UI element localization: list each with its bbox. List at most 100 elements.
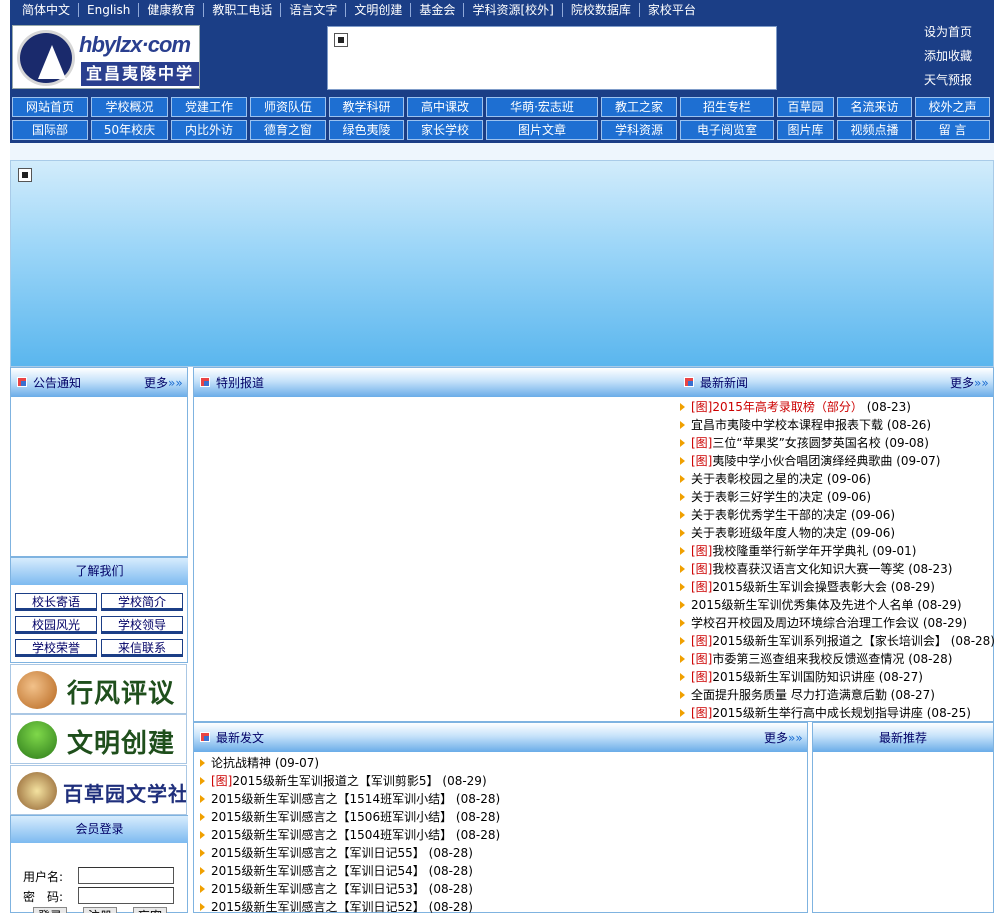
- news-item[interactable]: [图]三位“苹果奖”女孩圆梦英国名校 (09-08): [679, 434, 993, 452]
- news-title[interactable]: 市委第三巡查组来我校反馈巡查情况: [712, 652, 904, 666]
- post-item[interactable]: 2015级新生军训感言之【1514班军训小结】 (08-28): [199, 790, 799, 808]
- top-link-4[interactable]: 语言文字: [281, 3, 347, 17]
- promo-civilization[interactable]: 文明创建: [10, 714, 187, 764]
- nav-row1-item-10[interactable]: 名流来访: [837, 97, 912, 117]
- news-title[interactable]: 夷陵中学小伙合唱团演绎经典歌曲: [712, 454, 892, 468]
- news-title[interactable]: 关于表彰三好学生的决定: [691, 490, 823, 504]
- news-title[interactable]: 三位“苹果奖”女孩圆梦英国名校: [712, 436, 880, 450]
- news-item[interactable]: [图]2015年高考录取榜（部分） (08-23): [679, 398, 993, 416]
- promo-literature-club[interactable]: 百草园文学社: [10, 765, 187, 815]
- nav-row1-item-4[interactable]: 教学科研: [329, 97, 404, 117]
- nav-row2-item-0[interactable]: 国际部: [12, 120, 88, 140]
- nav-row1-item-1[interactable]: 学校概况: [91, 97, 168, 117]
- nav-row1-item-5[interactable]: 高中课改: [407, 97, 483, 117]
- nav-row2-item-7[interactable]: 学科资源: [601, 120, 677, 140]
- nav-row1-item-9[interactable]: 百草园: [777, 97, 834, 117]
- nav-row1-item-0[interactable]: 网站首页: [12, 97, 88, 117]
- forgot-password-button[interactable]: 忘密: [133, 907, 167, 913]
- about-link-intro[interactable]: 学校简介: [101, 593, 183, 611]
- about-link-honors[interactable]: 学校荣誉: [15, 639, 97, 657]
- nav-row2-item-1[interactable]: 50年校庆: [91, 120, 168, 140]
- login-button[interactable]: 登录: [33, 907, 67, 913]
- username-input[interactable]: [78, 867, 174, 884]
- nav-row2-item-2[interactable]: 内比外访: [171, 120, 247, 140]
- password-input[interactable]: [78, 887, 174, 904]
- nav-row2-item-5[interactable]: 家长学校: [407, 120, 483, 140]
- post-item[interactable]: 2015级新生军训感言之【军训日记53】 (08-28): [199, 880, 799, 898]
- top-link-2[interactable]: 健康教育: [139, 3, 205, 17]
- post-item[interactable]: 2015级新生军训感言之【1506班军训小结】 (08-28): [199, 808, 799, 826]
- nav-row2-item-8[interactable]: 电子阅览室: [680, 120, 774, 140]
- news-item[interactable]: 2015级新生军训优秀集体及先进个人名单 (08-29): [679, 596, 993, 614]
- news-title[interactable]: 2015级新生军训系列报道之【家长培训会】: [712, 634, 947, 648]
- post-title[interactable]: 2015级新生军训感言之【军训日记54】: [211, 864, 425, 878]
- top-link-0[interactable]: 简体中文: [14, 3, 80, 17]
- news-item[interactable]: [图]市委第三巡查组来我校反馈巡查情况 (08-28): [679, 650, 993, 668]
- news-title[interactable]: 学校召开校园及周边环境综合治理工作会议: [691, 616, 919, 630]
- post-item[interactable]: 2015级新生军训感言之【军训日记52】 (08-28): [199, 898, 799, 913]
- post-title[interactable]: 2015级新生军训感言之【1514班军训小结】: [211, 792, 452, 806]
- post-title[interactable]: 2015级新生军训报道之【军训剪影5】: [232, 774, 438, 788]
- news-title[interactable]: 2015级新生军训优秀集体及先进个人名单: [691, 598, 914, 612]
- nav-row1-item-11[interactable]: 校外之声: [915, 97, 990, 117]
- nav-row2-item-6[interactable]: 图片文章: [486, 120, 598, 140]
- latest-news-more-link[interactable]: 更多: [950, 375, 989, 391]
- add-favorite-link[interactable]: 添加收藏: [924, 48, 990, 72]
- news-title[interactable]: 关于表彰班级年度人物的决定: [691, 526, 847, 540]
- post-title[interactable]: 2015级新生军训感言之【1504班军训小结】: [211, 828, 452, 842]
- news-item[interactable]: [图]2015级新生军训会操暨表彰大会 (08-29): [679, 578, 993, 596]
- about-link-scenery[interactable]: 校园风光: [15, 616, 97, 634]
- news-item[interactable]: 关于表彰优秀学生干部的决定 (09-06): [679, 506, 993, 524]
- nav-row1-item-8[interactable]: 招生专栏: [680, 97, 774, 117]
- top-link-6[interactable]: 基金会: [411, 3, 465, 17]
- news-title[interactable]: 全面提升服务质量 尽力打造满意后勤: [691, 688, 887, 702]
- top-link-8[interactable]: 院校数据库: [563, 3, 640, 17]
- post-item[interactable]: [图]2015级新生军训报道之【军训剪影5】 (08-29): [199, 772, 799, 790]
- post-title[interactable]: 2015级新生军训感言之【军训日记53】: [211, 882, 425, 896]
- news-item[interactable]: 关于表彰班级年度人物的决定 (09-06): [679, 524, 993, 542]
- promo-conduct-review[interactable]: 行风评议: [10, 664, 187, 714]
- news-item[interactable]: [图]夷陵中学小伙合唱团演绎经典歌曲 (09-07): [679, 452, 993, 470]
- about-link-principal[interactable]: 校长寄语: [15, 593, 97, 611]
- nav-row2-item-9[interactable]: 图片库: [777, 120, 834, 140]
- nav-row1-item-7[interactable]: 教工之家: [601, 97, 677, 117]
- post-item[interactable]: 论抗战精神 (09-07): [199, 754, 799, 772]
- about-link-contact[interactable]: 来信联系: [101, 639, 183, 657]
- nav-row2-item-4[interactable]: 绿色夷陵: [329, 120, 404, 140]
- weather-link[interactable]: 天气预报: [924, 72, 990, 96]
- news-item[interactable]: 宜昌市夷陵中学校本课程申报表下载 (08-26): [679, 416, 993, 434]
- nav-row2-item-10[interactable]: 视频点播: [837, 120, 912, 140]
- nav-row1-item-3[interactable]: 师资队伍: [250, 97, 326, 117]
- nav-row2-item-3[interactable]: 德育之窗: [250, 120, 326, 140]
- nav-row1-item-6[interactable]: 华萌·宏志班: [486, 97, 598, 117]
- school-logo[interactable]: hbylzx·com 宜昌夷陵中学: [12, 25, 200, 89]
- post-title[interactable]: 2015级新生军训感言之【军训日记52】: [211, 900, 425, 913]
- post-title[interactable]: 2015级新生军训感言之【军训日记55】: [211, 846, 425, 860]
- news-title[interactable]: 我校隆重举行新学年开学典礼: [712, 544, 868, 558]
- news-item[interactable]: [图]我校隆重举行新学年开学典礼 (09-01): [679, 542, 993, 560]
- top-link-3[interactable]: 教职工电话: [204, 3, 282, 17]
- news-title[interactable]: 2015年高考录取榜（部分）: [712, 400, 863, 414]
- set-homepage-link[interactable]: 设为首页: [924, 24, 990, 48]
- post-item[interactable]: 2015级新生军训感言之【1504班军训小结】 (08-28): [199, 826, 799, 844]
- news-title[interactable]: 关于表彰优秀学生干部的决定: [691, 508, 847, 522]
- news-title[interactable]: 我校喜获汉语言文化知识大赛一等奖: [712, 562, 904, 576]
- top-link-9[interactable]: 家校平台: [640, 3, 704, 17]
- news-title[interactable]: 2015级新生举行高中成长规划指导讲座: [712, 706, 923, 720]
- news-item[interactable]: 全面提升服务质量 尽力打造满意后勤 (08-27): [679, 686, 993, 704]
- post-item[interactable]: 2015级新生军训感言之【军训日记55】 (08-28): [199, 844, 799, 862]
- latest-posts-more-link[interactable]: 更多: [764, 730, 803, 746]
- notice-more-link[interactable]: 更多: [144, 375, 183, 391]
- news-title[interactable]: 2015级新生军训国防知识讲座: [712, 670, 875, 684]
- post-item[interactable]: 2015级新生军训感言之【军训日记54】 (08-28): [199, 862, 799, 880]
- post-title[interactable]: 2015级新生军训感言之【1506班军训小结】: [211, 810, 452, 824]
- top-link-1[interactable]: English: [79, 3, 140, 17]
- top-link-7[interactable]: 学科资源[校外]: [464, 3, 563, 17]
- about-link-leaders[interactable]: 学校领导: [101, 616, 183, 634]
- post-title[interactable]: 论抗战精神: [211, 756, 271, 770]
- top-link-5[interactable]: 文明创建: [346, 3, 412, 17]
- news-item[interactable]: 学校召开校园及周边环境综合治理工作会议 (08-29): [679, 614, 993, 632]
- news-item[interactable]: 关于表彰三好学生的决定 (09-06): [679, 488, 993, 506]
- register-button[interactable]: 注册: [83, 907, 117, 913]
- news-title[interactable]: 关于表彰校园之星的决定: [691, 472, 823, 486]
